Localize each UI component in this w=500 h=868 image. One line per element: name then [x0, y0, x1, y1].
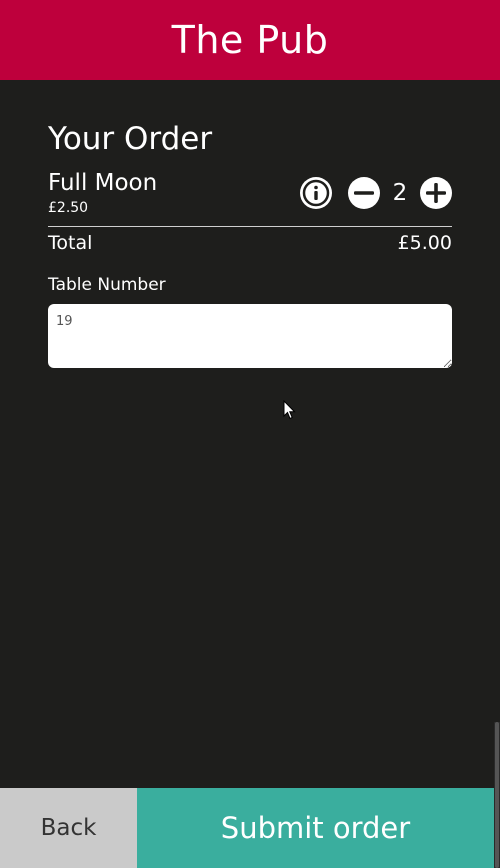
- item-quantity: 2: [392, 180, 408, 206]
- mouse-pointer-icon: [283, 400, 296, 420]
- action-footer: Back Submit order: [0, 788, 500, 868]
- item-name: Full Moon: [48, 170, 158, 196]
- total-value: £5.00: [397, 232, 452, 254]
- back-button[interactable]: Back: [0, 788, 137, 868]
- item-price: £2.50: [48, 200, 89, 216]
- app-header: The Pub: [0, 0, 500, 80]
- order-panel: Your Order Full Moon £2.50 2 Total £5.00…: [48, 118, 452, 368]
- app-title: The Pub: [171, 18, 329, 62]
- increase-quantity-button[interactable]: [420, 177, 452, 209]
- item-info-button[interactable]: [300, 177, 332, 209]
- plus-circle-icon: [421, 178, 451, 208]
- submit-order-button[interactable]: Submit order: [137, 788, 494, 868]
- order-divider: [48, 226, 452, 227]
- order-heading: Your Order: [48, 121, 213, 157]
- app-window: The Pub Your Order Full Moon £2.50 2 Tot…: [0, 0, 500, 868]
- info-icon: [301, 178, 331, 208]
- decrease-quantity-button[interactable]: [348, 177, 380, 209]
- minus-circle-icon: [349, 178, 379, 208]
- item-quantity-controls: 2: [300, 176, 452, 210]
- total-label: Total: [48, 232, 93, 254]
- order-item-row: Full Moon £2.50 2: [48, 170, 452, 226]
- table-number-input[interactable]: 19: [48, 304, 452, 368]
- table-number-label: Table Number: [48, 275, 166, 295]
- order-total-row: Total £5.00: [48, 232, 452, 254]
